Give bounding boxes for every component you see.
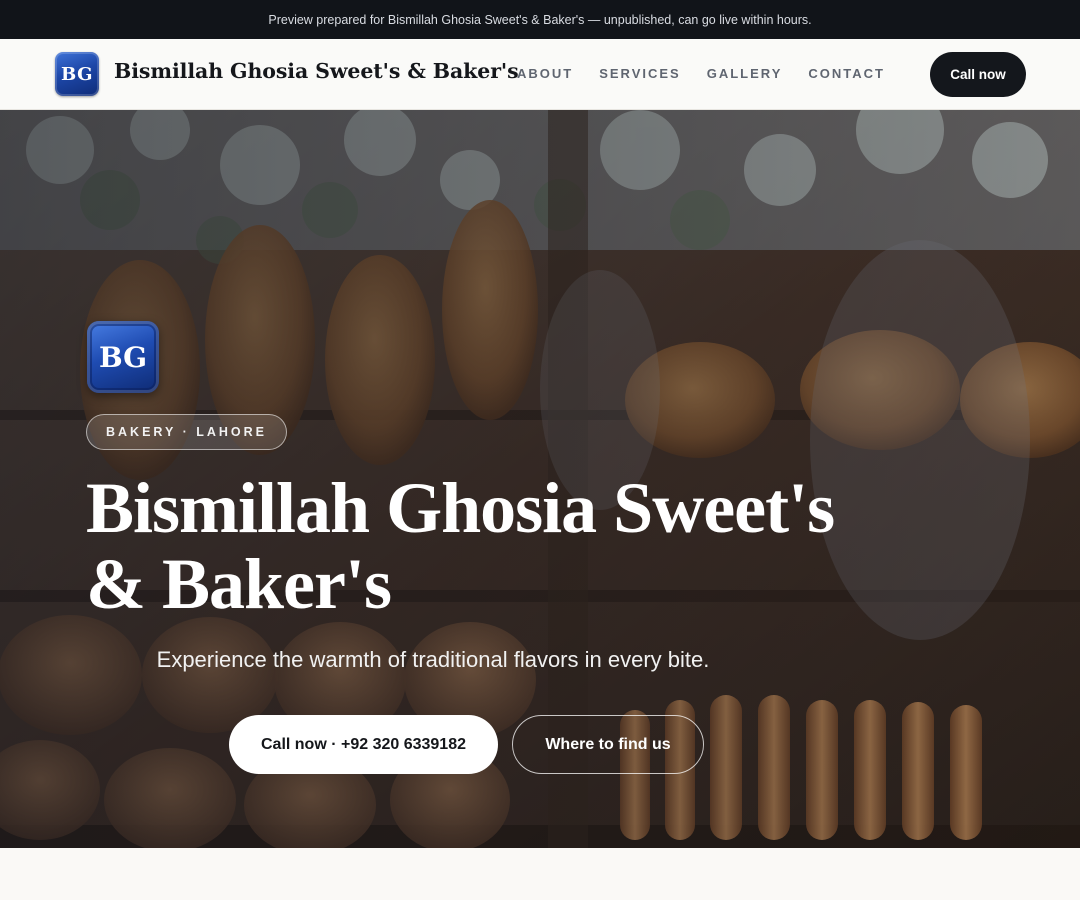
main-nav: ABOUT SERVICES GALLERY CONTACT	[517, 66, 911, 81]
brand-name[interactable]: Bismillah Ghosia Sweet's & Baker's	[114, 59, 519, 83]
call-now-phone-button[interactable]: Call now · +92 320 6339182	[229, 715, 498, 774]
hero-subtitle: Experience the warmth of traditional fla…	[156, 647, 710, 672]
preview-banner: Preview prepared for Bismillah Ghosia Sw…	[0, 0, 1080, 39]
hero-logo-icon: BG	[87, 321, 159, 393]
logo-icon[interactable]: BG	[55, 52, 99, 96]
hero-title: Bismillah Ghosia Sweet's & Baker's	[86, 468, 835, 624]
category-pill: BAKERY · LAHORE	[86, 414, 287, 450]
site-header: BG Bismillah Ghosia Sweet's & Baker's AB…	[0, 39, 1080, 110]
nav-link-contact[interactable]: CONTACT	[808, 66, 885, 81]
header-call-button[interactable]: Call now	[930, 52, 1026, 97]
nav-link-about[interactable]: ABOUT	[517, 66, 573, 81]
preview-banner-text: Preview prepared for Bismillah Ghosia Sw…	[268, 12, 812, 27]
nav-link-gallery[interactable]: GALLERY	[707, 66, 783, 81]
nav-link-services[interactable]: SERVICES	[599, 66, 681, 81]
where-to-find-us-button[interactable]: Where to find us	[512, 715, 704, 774]
hero-section: BG BAKERY · LAHORE Bismillah Ghosia Swee…	[0, 110, 1080, 848]
